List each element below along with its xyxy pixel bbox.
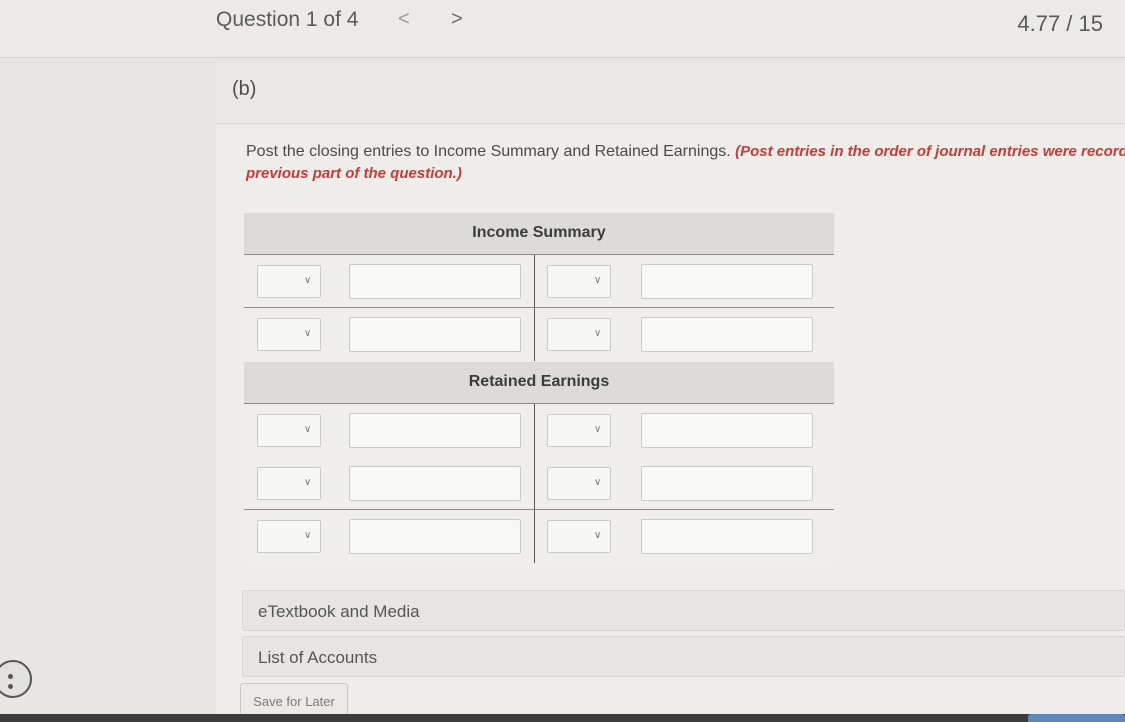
etextbook-media-section[interactable]: eTextbook and Media xyxy=(242,590,1125,631)
t-account-row: ∨ ∨ xyxy=(244,510,834,563)
chevron-down-icon: ∨ xyxy=(304,477,312,488)
chevron-down-icon: ∨ xyxy=(594,328,602,339)
instructions-emphasis-continued: previous part of the question.) xyxy=(246,165,462,182)
chevron-down-icon: ∨ xyxy=(594,275,602,286)
credit-amount-input[interactable] xyxy=(641,317,813,352)
debit-date-select[interactable]: ∨ xyxy=(257,265,321,298)
part-panel: (b) xyxy=(216,62,1125,124)
next-question-button[interactable]: > xyxy=(451,8,463,31)
question-counter: Question 1 of 4 xyxy=(216,8,359,31)
instructions-text: Post the closing entries to Income Summa… xyxy=(246,143,736,160)
balance-date-select[interactable]: ∨ xyxy=(257,520,321,553)
help-icon[interactable] xyxy=(0,660,32,698)
part-label: (b) xyxy=(232,78,257,100)
debit-date-select[interactable]: ∨ xyxy=(257,414,321,447)
credit-date-select[interactable]: ∨ xyxy=(547,265,611,298)
t-account-income-summary: Income Summary ∨ ∨ ∨ ∨ xyxy=(244,213,834,361)
t-account-title: Income Summary xyxy=(244,213,834,255)
submit-button[interactable] xyxy=(1028,714,1125,722)
t-account-row: ∨ ∨ xyxy=(244,404,834,457)
top-bar: Question 1 of 4 < > 4.77 / 15 xyxy=(0,0,1125,58)
t-account-row: ∨ ∨ xyxy=(244,457,834,510)
chevron-down-icon: ∨ xyxy=(594,424,602,435)
chevron-down-icon: ∨ xyxy=(304,275,312,286)
t-account-retained-earnings: Retained Earnings ∨ ∨ ∨ ∨ ∨ ∨ xyxy=(244,362,834,563)
balance-credit-date-select[interactable]: ∨ xyxy=(547,520,611,553)
list-of-accounts-section[interactable]: List of Accounts xyxy=(242,636,1125,677)
credit-amount-input[interactable] xyxy=(641,466,813,501)
score-display: 4.77 / 15 xyxy=(1017,11,1103,36)
credit-date-select[interactable]: ∨ xyxy=(547,467,611,500)
credit-date-select[interactable]: ∨ xyxy=(547,414,611,447)
chevron-down-icon: ∨ xyxy=(304,328,312,339)
balance-debit-input[interactable] xyxy=(349,519,521,554)
chevron-down-icon: ∨ xyxy=(304,530,312,541)
balance-credit-input[interactable] xyxy=(641,519,813,554)
t-account-title: Retained Earnings xyxy=(244,362,834,404)
credit-amount-input[interactable] xyxy=(641,264,813,299)
credit-date-select[interactable]: ∨ xyxy=(547,318,611,351)
credit-amount-input[interactable] xyxy=(641,413,813,448)
chevron-down-icon: ∨ xyxy=(304,424,312,435)
instructions-emphasis: (Post entries in the order of journal en… xyxy=(735,143,1125,160)
debit-amount-input[interactable] xyxy=(349,264,521,299)
debit-amount-input[interactable] xyxy=(349,413,521,448)
debit-date-select[interactable]: ∨ xyxy=(257,467,321,500)
question-content: Post the closing entries to Income Summa… xyxy=(216,125,1125,722)
bottom-bar xyxy=(0,714,1125,722)
chevron-down-icon: ∨ xyxy=(594,530,602,541)
chevron-down-icon: ∨ xyxy=(594,477,602,488)
debit-amount-input[interactable] xyxy=(349,317,521,352)
t-account-row: ∨ ∨ xyxy=(244,255,834,308)
instructions: Post the closing entries to Income Summa… xyxy=(246,141,1125,185)
debit-amount-input[interactable] xyxy=(349,466,521,501)
t-account-row: ∨ ∨ xyxy=(244,308,834,361)
previous-question-button[interactable]: < xyxy=(398,8,410,31)
debit-date-select[interactable]: ∨ xyxy=(257,318,321,351)
